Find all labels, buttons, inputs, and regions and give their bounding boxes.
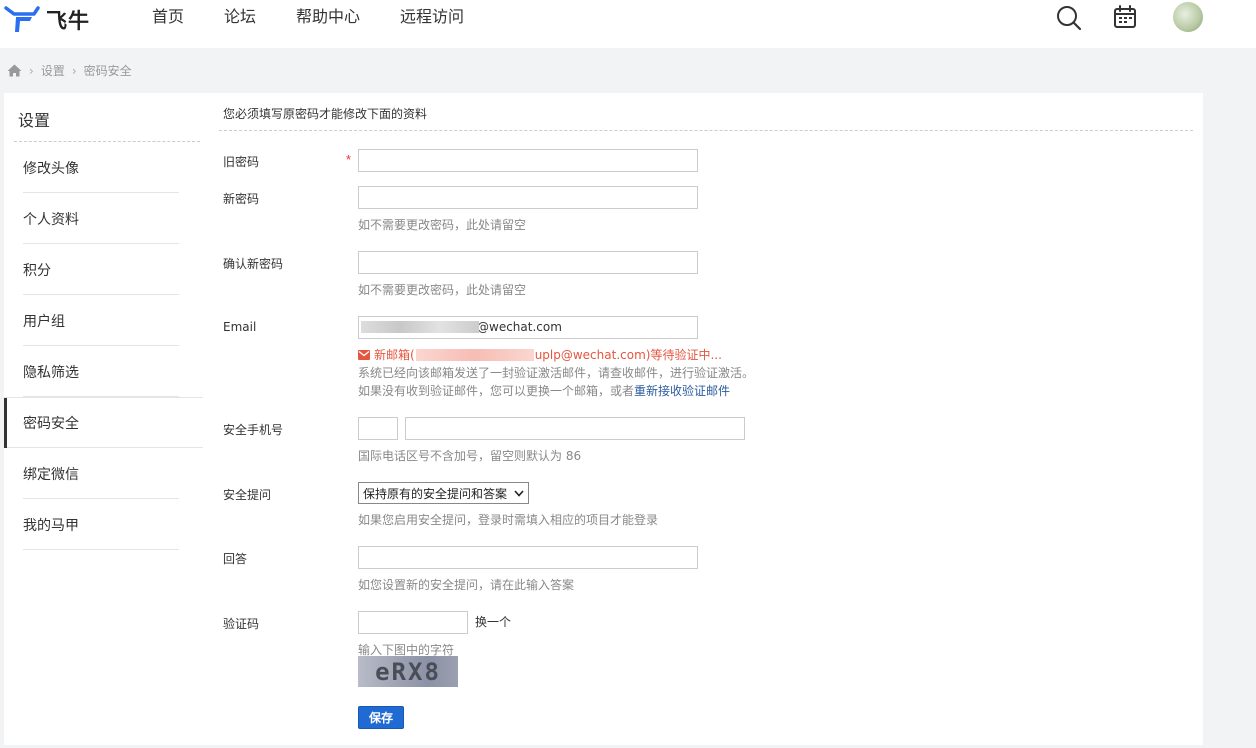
nav-help-center[interactable]: 帮助中心 bbox=[296, 5, 360, 29]
logo[interactable]: 飞牛 bbox=[4, 2, 104, 38]
top-header: 飞牛 首页 论坛 帮助中心 远程访问 bbox=[0, 0, 1256, 48]
new-password-label: 新密码 bbox=[223, 192, 260, 206]
breadcrumb: › 设置 › 密码安全 bbox=[7, 62, 132, 79]
answer-label: 回答 bbox=[223, 552, 248, 566]
mail-icon bbox=[358, 349, 370, 360]
phone-number-input[interactable] bbox=[405, 417, 745, 440]
old-password-input[interactable] bbox=[358, 149, 698, 172]
sidebar-item-points[interactable]: 积分 bbox=[4, 244, 200, 295]
search-icon[interactable] bbox=[1055, 4, 1083, 32]
captcha-image[interactable]: eRX8 bbox=[358, 656, 458, 687]
sidebar-item-label: 密码安全 bbox=[23, 416, 79, 432]
sidebar-item-password-security[interactable]: 密码安全 bbox=[4, 397, 203, 448]
sidebar-item-label: 修改头像 bbox=[23, 161, 79, 177]
breadcrumb-password-security[interactable]: 密码安全 bbox=[84, 62, 132, 79]
nav-home[interactable]: 首页 bbox=[152, 5, 184, 29]
email-pending-warning: 新邮箱( uplp@wechat.com)等待验证中... bbox=[358, 346, 722, 363]
resend-verification-link[interactable]: 重新接收验证邮件 bbox=[634, 384, 730, 398]
email-value: @wechat.com bbox=[477, 320, 562, 334]
new-password-input[interactable] bbox=[358, 186, 698, 209]
answer-input[interactable] bbox=[358, 546, 698, 569]
nav-forum[interactable]: 论坛 bbox=[224, 5, 256, 29]
email-hint-resend-text: 如果没有收到验证邮件，您可以更换一个邮箱，或者 bbox=[358, 384, 635, 398]
captcha-text: eRX8 bbox=[375, 657, 441, 686]
security-question-hint: 如果您启用安全提问，登录时需填入相应的项目才能登录 bbox=[358, 513, 659, 527]
sidebar-item-label: 积分 bbox=[23, 263, 51, 279]
captcha-refresh-link[interactable]: 换一个 bbox=[475, 613, 511, 630]
confirm-password-hint: 如不需要更改密码，此处请留空 bbox=[358, 283, 527, 297]
sidebar-item-bind-wechat[interactable]: 绑定微信 bbox=[4, 448, 200, 499]
phone-label: 安全手机号 bbox=[223, 423, 284, 437]
phone-country-code-input[interactable] bbox=[358, 417, 398, 440]
sidebar-item-label: 个人资料 bbox=[23, 212, 79, 228]
security-question-selected: 保持原有的安全提问和答案 bbox=[363, 486, 508, 501]
email-pending-prefix: 新邮箱( bbox=[374, 348, 415, 362]
email-hint-resend: 如果没有收到验证邮件，您可以更换一个邮箱，或者重新接收验证邮件 bbox=[358, 382, 730, 399]
sidebar-item-label: 用户组 bbox=[23, 314, 65, 330]
email-pending-suffix: uplp@wechat.com)等待验证中... bbox=[534, 348, 722, 362]
save-button[interactable]: 保存 bbox=[358, 706, 404, 729]
settings-card: 设置 修改头像 个人资料 积分 用户组 隐私筛选 密码安全 绑定微信 我的马甲 … bbox=[4, 93, 1203, 745]
security-question-label: 安全提问 bbox=[223, 488, 272, 502]
sidebar-item-avatar[interactable]: 修改头像 bbox=[4, 142, 200, 193]
sidebar-item-privacy[interactable]: 隐私筛选 bbox=[4, 346, 200, 397]
old-password-label: 旧密码 bbox=[223, 155, 260, 169]
sidebar-item-label: 绑定微信 bbox=[23, 467, 79, 483]
confirm-password-label: 确认新密码 bbox=[223, 257, 284, 271]
main-nav: 首页 论坛 帮助中心 远程访问 bbox=[152, 5, 504, 29]
sidebar-item-label: 我的马甲 bbox=[23, 518, 79, 534]
avatar[interactable] bbox=[1173, 2, 1203, 32]
logo-icon bbox=[4, 6, 40, 32]
logo-text: 飞牛 bbox=[46, 9, 90, 33]
email-pending-redacted bbox=[415, 348, 534, 361]
email-redacted bbox=[361, 321, 479, 333]
sidebar-title: 设置 bbox=[18, 111, 51, 130]
chevron-right-icon: › bbox=[29, 63, 34, 78]
answer-hint: 如您设置新的安全提问，请在此输入答案 bbox=[358, 578, 575, 592]
chevron-down-icon bbox=[514, 489, 524, 497]
email-hint-sent: 系统已经向该邮箱发送了一封验证激活邮件，请查收邮件，进行验证激活。 bbox=[358, 366, 755, 380]
new-password-hint: 如不需要更改密码，此处请留空 bbox=[358, 218, 527, 232]
nav-remote-access[interactable]: 远程访问 bbox=[400, 5, 464, 29]
sidebar-item-label: 隐私筛选 bbox=[23, 365, 79, 381]
sidebar-item-usergroup[interactable]: 用户组 bbox=[4, 295, 200, 346]
sidebar-item-profile[interactable]: 个人资料 bbox=[4, 193, 200, 244]
email-label: Email bbox=[223, 320, 257, 334]
calendar-icon[interactable] bbox=[1112, 4, 1138, 30]
home-icon[interactable] bbox=[7, 64, 22, 77]
sidebar-item-alias[interactable]: 我的马甲 bbox=[4, 499, 200, 550]
breadcrumb-settings[interactable]: 设置 bbox=[41, 62, 65, 79]
phone-hint: 国际电话区号不含加号，留空则默认为 86 bbox=[358, 449, 582, 463]
captcha-label: 验证码 bbox=[223, 617, 260, 631]
confirm-password-input[interactable] bbox=[358, 251, 698, 274]
required-mark: * bbox=[346, 152, 352, 167]
captcha-input[interactable] bbox=[358, 611, 468, 634]
security-question-select[interactable]: 保持原有的安全提问和答案 bbox=[358, 482, 529, 504]
notice-divider bbox=[219, 130, 1193, 131]
chevron-right-icon: › bbox=[71, 63, 77, 78]
form-notice: 您必须填写原密码才能修改下面的资料 bbox=[223, 107, 428, 121]
